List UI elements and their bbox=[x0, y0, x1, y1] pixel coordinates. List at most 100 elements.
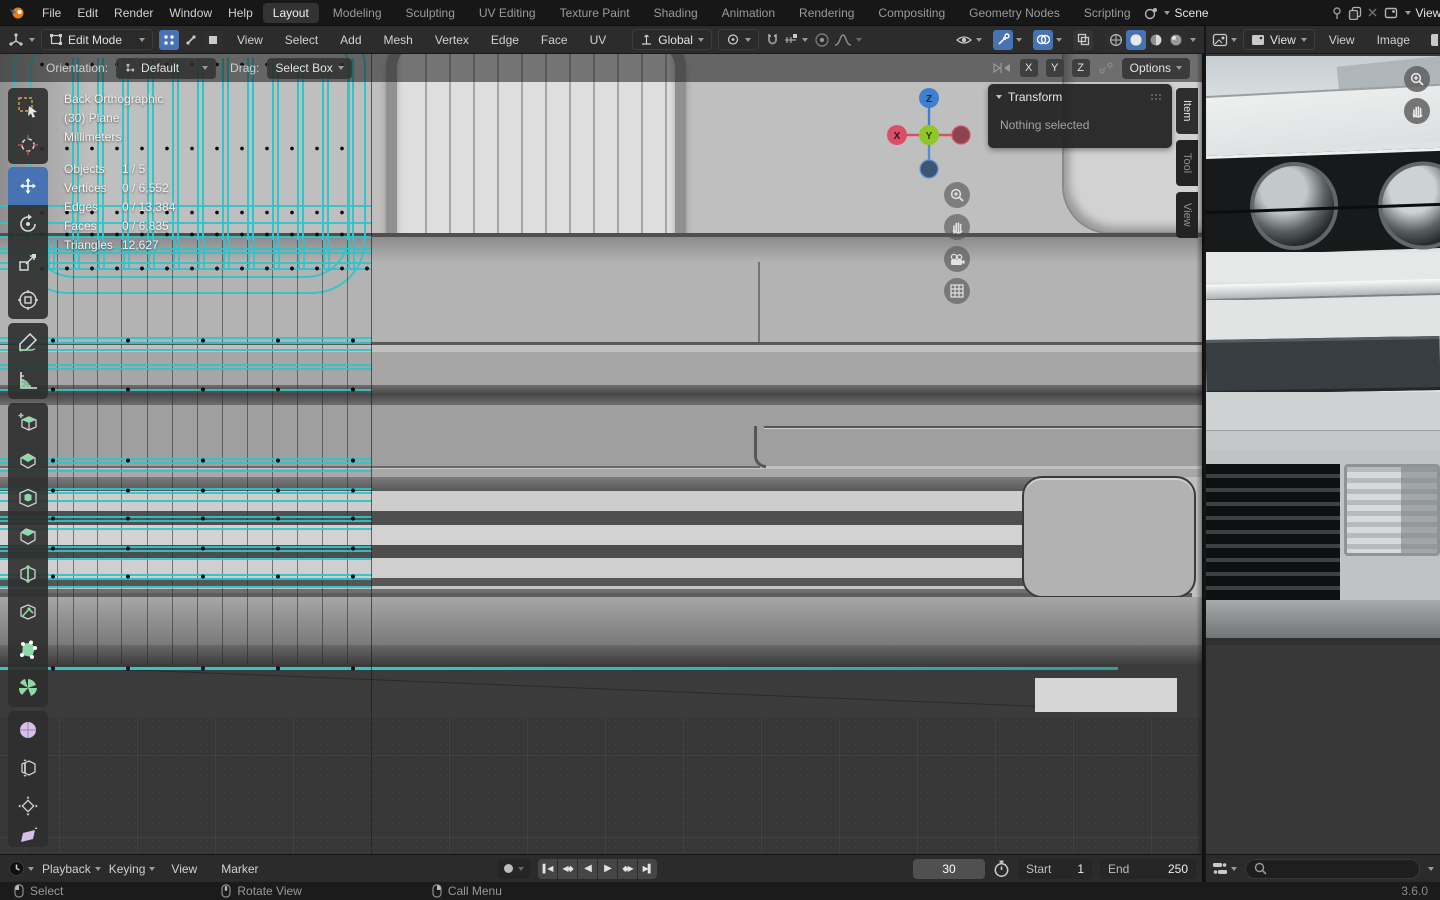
blender-logo-icon[interactable] bbox=[9, 6, 24, 19]
tool-bevel[interactable] bbox=[8, 517, 48, 555]
workspace-tab-rendering[interactable]: Rendering bbox=[789, 3, 864, 23]
workspace-tab-modeling[interactable]: Modeling bbox=[323, 3, 392, 23]
workspace-tab-layout[interactable]: Layout bbox=[262, 2, 319, 23]
transform-orientation-dropdown[interactable]: Global bbox=[632, 29, 712, 50]
3d-viewport[interactable]: Orientation: Default Drag: Select Box X … bbox=[0, 54, 1204, 854]
tool-cursor[interactable] bbox=[8, 126, 48, 164]
image-zoom-in-button[interactable] bbox=[1404, 66, 1430, 92]
tool-scale[interactable] bbox=[8, 243, 48, 281]
workspace-tab-sculpting[interactable]: Sculpting bbox=[396, 3, 465, 23]
workspace-tab-animation[interactable]: Animation bbox=[712, 3, 785, 23]
shading-wireframe-button[interactable] bbox=[1106, 30, 1126, 50]
viewport-menu-view[interactable]: View bbox=[229, 33, 271, 47]
next-keyframe-button[interactable]: ◆▶ bbox=[618, 858, 637, 879]
tool-shrink-fatten[interactable] bbox=[8, 787, 48, 825]
viewport-menu-mesh[interactable]: Mesh bbox=[376, 33, 421, 47]
mirror-x-button[interactable]: X bbox=[1019, 59, 1038, 77]
panel-drag-dots-icon[interactable] bbox=[1150, 93, 1164, 101]
unlink-scene-icon[interactable] bbox=[1367, 7, 1378, 18]
scene-selector[interactable]: Scene bbox=[1143, 6, 1378, 20]
show-gizmo-visibility-icon[interactable] bbox=[955, 33, 973, 47]
viewport-menu-select[interactable]: Select bbox=[277, 33, 326, 47]
proportional-edit-controls[interactable] bbox=[814, 32, 862, 48]
viewport-grid-toggle-button[interactable] bbox=[944, 278, 970, 304]
tool-edge-slide[interactable] bbox=[8, 749, 48, 787]
tool-poly-build[interactable] bbox=[8, 631, 48, 669]
viewport-menu-edge[interactable]: Edge bbox=[483, 33, 527, 47]
shading-rendered-button[interactable] bbox=[1166, 30, 1186, 50]
menu-help[interactable]: Help bbox=[220, 6, 261, 20]
jump-to-end-button[interactable]: ▶▌ bbox=[638, 858, 657, 879]
tool-measure[interactable] bbox=[8, 361, 48, 399]
image-display-mode-dropdown[interactable]: View bbox=[1243, 29, 1315, 50]
tool-spin[interactable] bbox=[8, 669, 48, 707]
timeline-playback-menu[interactable]: Playback bbox=[42, 862, 101, 876]
pin-icon[interactable] bbox=[1330, 6, 1343, 19]
image-editor[interactable] bbox=[1206, 54, 1440, 854]
workspace-tab-uv-editing[interactable]: UV Editing bbox=[469, 3, 546, 23]
tool-inset-faces[interactable] bbox=[8, 479, 48, 517]
image-pin-icon[interactable] bbox=[1430, 33, 1438, 47]
gizmos-toggle-button[interactable] bbox=[993, 29, 1013, 50]
tool-select-box[interactable] bbox=[8, 88, 48, 126]
tool-options-dropdown[interactable]: Options bbox=[1121, 57, 1190, 79]
overlays-toggle-button[interactable] bbox=[1033, 29, 1053, 50]
tool-rotate[interactable] bbox=[8, 205, 48, 243]
image-menu-view[interactable]: View bbox=[1321, 33, 1363, 47]
properties-editor-type-button[interactable] bbox=[1212, 861, 1237, 876]
mode-dropdown[interactable]: Edit Mode bbox=[41, 29, 153, 50]
workspace-tab-texture-paint[interactable]: Texture Paint bbox=[550, 3, 640, 23]
frame-end-field[interactable]: End 250 bbox=[1100, 858, 1196, 879]
xray-toggle-button[interactable] bbox=[1073, 29, 1093, 50]
mirror-y-button[interactable]: Y bbox=[1045, 59, 1064, 77]
frame-start-field[interactable]: Start 1 bbox=[1018, 858, 1092, 879]
select-mode-face-button[interactable] bbox=[203, 29, 223, 50]
workspace-tab-scripting[interactable]: Scripting bbox=[1074, 3, 1141, 23]
tool-shear[interactable] bbox=[8, 825, 48, 847]
viewport-pan-hand-button[interactable] bbox=[944, 214, 970, 240]
viewport-menu-vertex[interactable]: Vertex bbox=[427, 33, 477, 47]
editor-type-button[interactable] bbox=[8, 32, 35, 48]
tool-transform[interactable] bbox=[8, 281, 48, 319]
sidebar-tab-tool[interactable]: Tool bbox=[1176, 140, 1198, 186]
mirror-z-button[interactable]: Z bbox=[1071, 59, 1090, 77]
timeline-keying-menu[interactable]: Keying bbox=[109, 862, 156, 876]
timeline-marker-menu[interactable]: Marker bbox=[213, 862, 266, 876]
timeline-view-menu[interactable]: View bbox=[163, 862, 205, 876]
select-mode-edge-button[interactable] bbox=[181, 29, 201, 50]
properties-options-chevron[interactable] bbox=[1428, 866, 1434, 871]
viewport-menu-add[interactable]: Add bbox=[332, 33, 369, 47]
menu-edit[interactable]: Edit bbox=[69, 6, 106, 20]
tool-drag-dropdown[interactable]: Select Box bbox=[267, 57, 352, 79]
current-frame-field[interactable]: 30 bbox=[913, 858, 985, 879]
select-mode-vertex-button[interactable] bbox=[159, 29, 179, 50]
menu-window[interactable]: Window bbox=[161, 6, 220, 20]
image-pan-hand-button[interactable] bbox=[1404, 98, 1430, 124]
tool-orientation-dropdown[interactable]: Default bbox=[116, 57, 217, 79]
workspace-tab-shading[interactable]: Shading bbox=[644, 3, 708, 23]
viewport-zoom-button[interactable] bbox=[944, 182, 970, 208]
tool-move[interactable] bbox=[8, 167, 48, 205]
menu-file[interactable]: File bbox=[34, 6, 69, 20]
sidebar-tab-item[interactable]: Item bbox=[1176, 88, 1198, 134]
panel-collapse-icon[interactable] bbox=[996, 95, 1002, 99]
sidebar-tab-view[interactable]: View bbox=[1176, 192, 1198, 238]
tool-smooth[interactable] bbox=[8, 711, 48, 749]
workspace-tab-compositing[interactable]: Compositing bbox=[868, 3, 955, 23]
pivot-point-dropdown[interactable] bbox=[717, 29, 759, 50]
image-menu-image[interactable]: Image bbox=[1369, 33, 1418, 47]
tool-add-cube[interactable] bbox=[8, 403, 48, 441]
menu-render[interactable]: Render bbox=[106, 6, 161, 20]
properties-search-input[interactable] bbox=[1245, 858, 1420, 879]
tool-knife[interactable] bbox=[8, 593, 48, 631]
play-button[interactable]: ▶ bbox=[598, 858, 617, 879]
shading-solid-button[interactable] bbox=[1126, 29, 1146, 50]
prev-keyframe-button[interactable]: ◀◆ bbox=[558, 858, 577, 879]
jump-to-start-button[interactable]: ▌◀ bbox=[538, 858, 557, 879]
shading-material-button[interactable] bbox=[1146, 30, 1166, 50]
play-reverse-button[interactable]: ◀ bbox=[578, 858, 597, 879]
snap-controls[interactable] bbox=[765, 32, 808, 47]
timeline-editor-type-button[interactable] bbox=[8, 860, 34, 877]
auto-keying-button[interactable] bbox=[498, 858, 530, 879]
tool-loop-cut[interactable] bbox=[8, 555, 48, 593]
